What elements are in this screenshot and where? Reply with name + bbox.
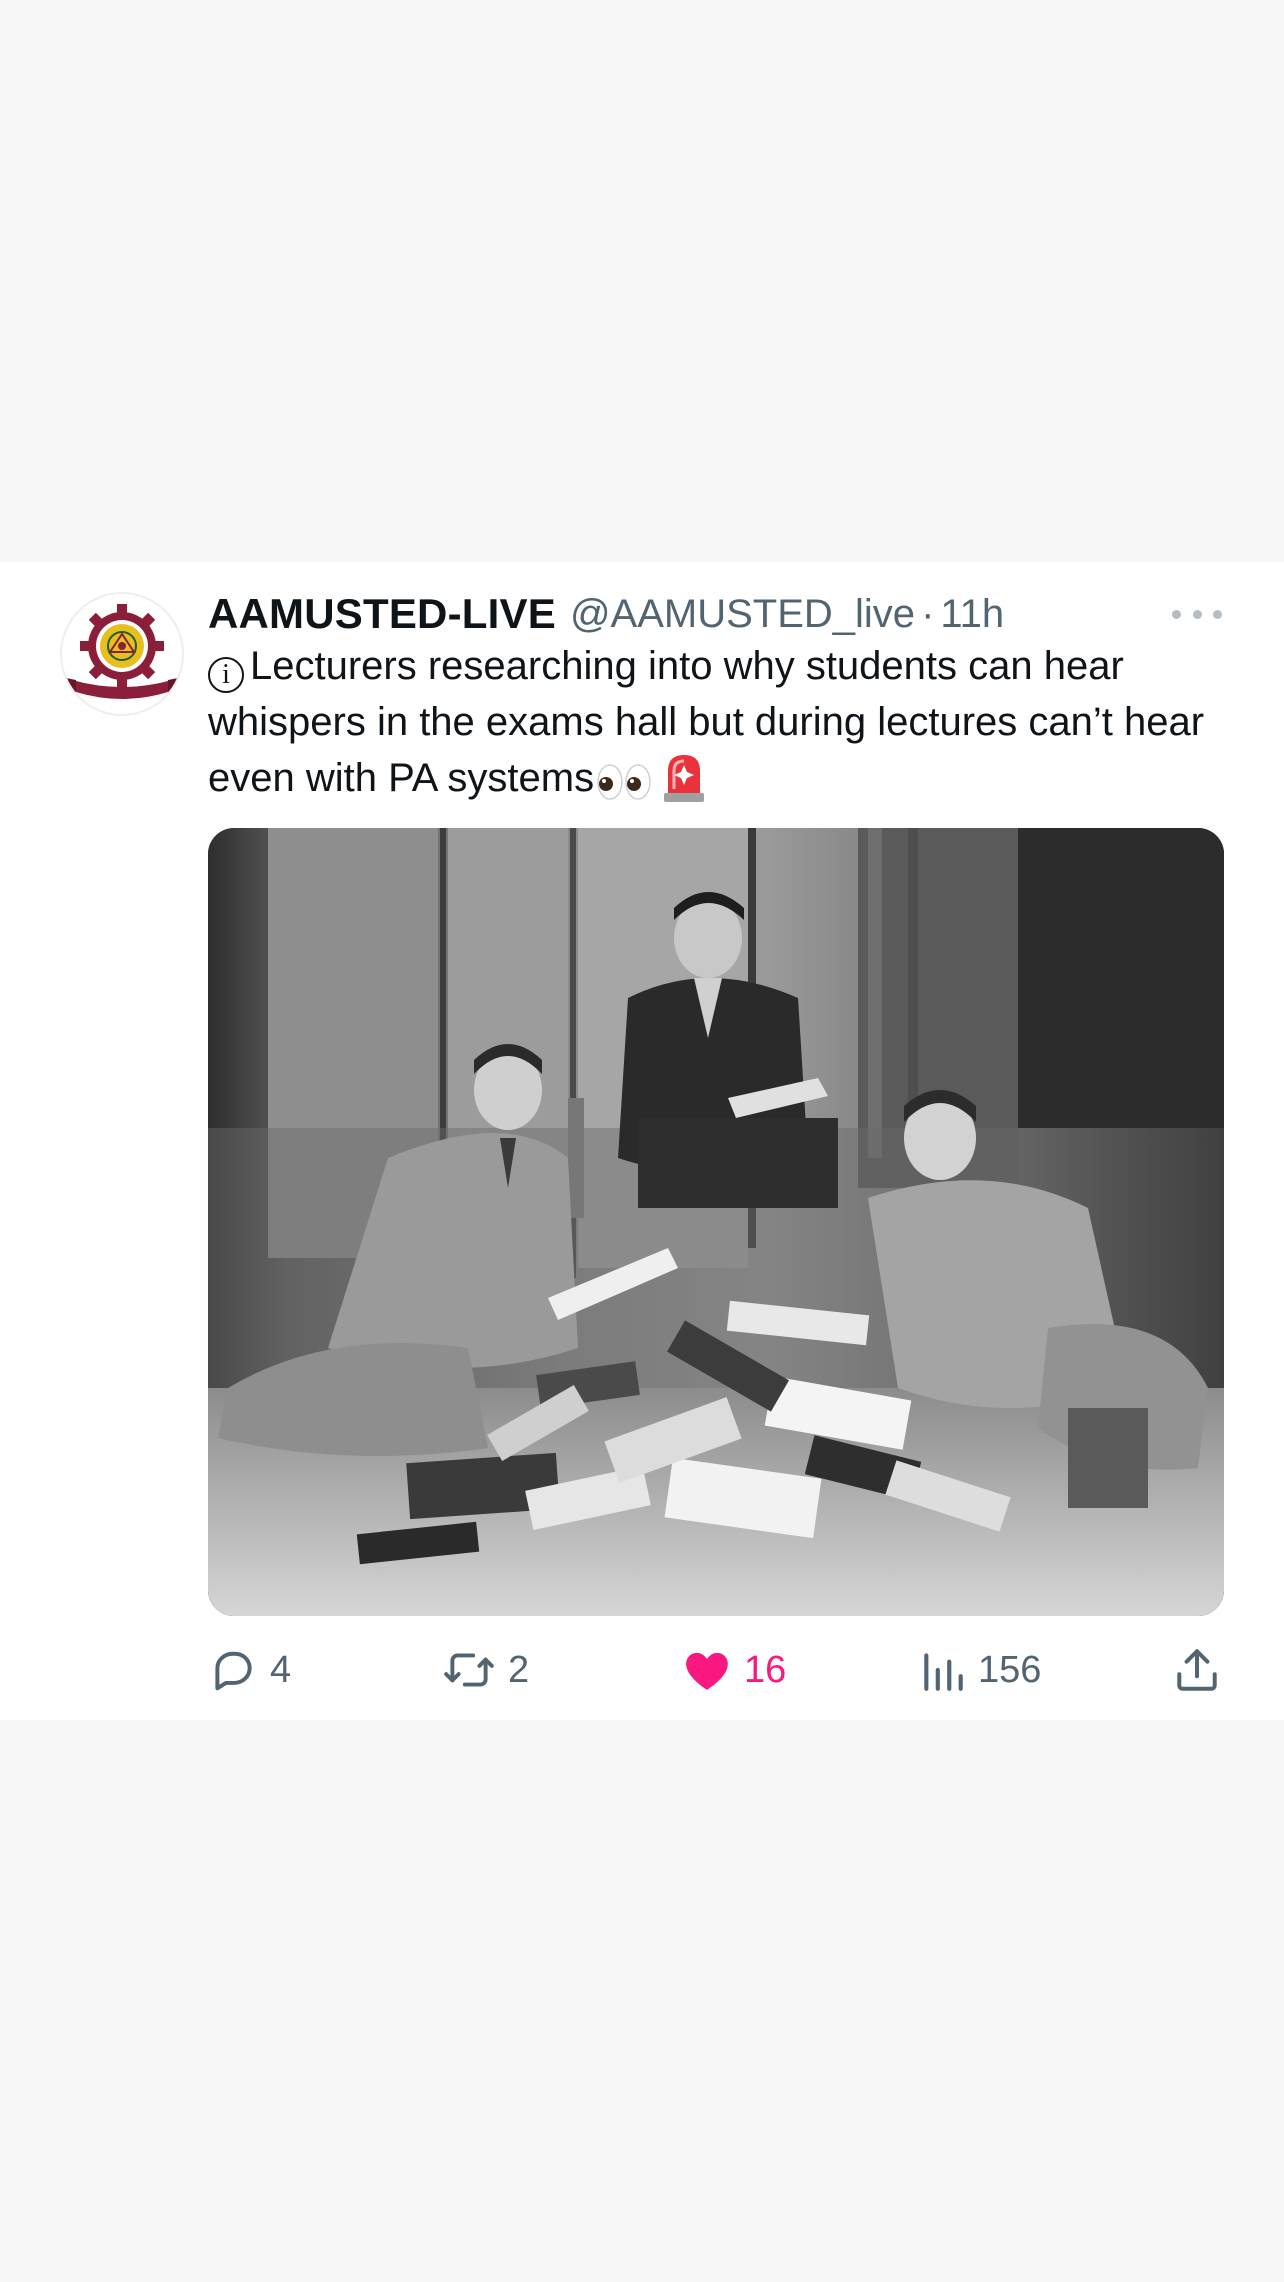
more-options-icon[interactable]: [1172, 596, 1222, 632]
reply-button[interactable]: 4: [208, 1640, 291, 1700]
tweet-card[interactable]: AAMUSTED-LIVE @AAMUSTED_live · 11h i Lect…: [0, 562, 1284, 1720]
tweet-actions: 4 2 16 156: [208, 1640, 1224, 1700]
user-handle[interactable]: @AAMUSTED_live: [570, 592, 915, 637]
share-button[interactable]: [1172, 1640, 1222, 1700]
separator-dot: ·: [921, 591, 935, 636]
photo-three-men-reading-books: [208, 828, 1224, 1616]
like-button[interactable]: 16: [682, 1640, 786, 1700]
tweet-header: AAMUSTED-LIVE @AAMUSTED_live · 11h: [208, 584, 1004, 644]
timestamp[interactable]: 11h: [940, 592, 1004, 637]
share-icon: [1172, 1645, 1222, 1695]
views-chart-icon: [920, 1645, 966, 1695]
retweet-button[interactable]: 2: [442, 1640, 529, 1700]
police-car-light-emoji: [662, 751, 706, 818]
heart-filled-icon: [682, 1645, 732, 1695]
tweet-text: i Lecturers researching into why students…: [208, 638, 1228, 818]
avatar[interactable]: [60, 592, 184, 716]
like-count: 16: [744, 1648, 787, 1691]
university-logo-icon: [66, 604, 178, 699]
info-icon: i: [208, 657, 244, 693]
retweet-count: 2: [508, 1648, 530, 1691]
views-button[interactable]: 156: [920, 1640, 1041, 1700]
retweet-icon: [442, 1645, 496, 1695]
tweet-image[interactable]: [208, 828, 1224, 1616]
views-count: 156: [978, 1648, 1042, 1691]
eyes-emoji: [596, 760, 652, 816]
reply-icon: [208, 1645, 258, 1695]
reply-count: 4: [270, 1648, 292, 1691]
display-name[interactable]: AAMUSTED-LIVE: [208, 590, 556, 638]
